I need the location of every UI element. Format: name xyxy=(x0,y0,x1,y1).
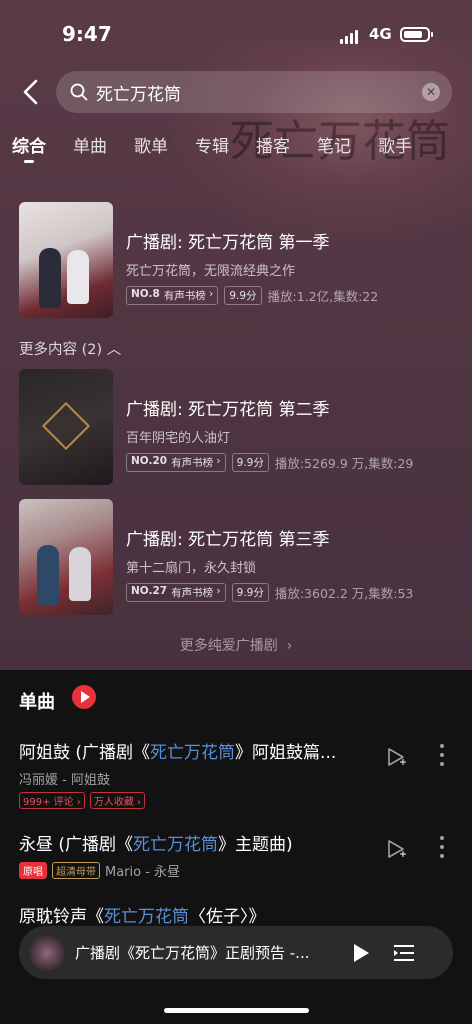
search-input[interactable]: 死亡万花筒 xyxy=(96,80,452,105)
album-title: 广播剧: 死亡万花筒 第三季 xyxy=(126,530,330,550)
rank-chip[interactable]: NO.8 有声书榜 › xyxy=(126,286,219,305)
song-item[interactable]: 永昼 (广播剧《死亡万花筒》主题曲) 原唱 超清母带 Mario - 永昼 xyxy=(19,830,459,880)
album-cover xyxy=(19,202,113,318)
add-to-playlist-icon[interactable] xyxy=(385,838,407,860)
favorites-tag: 万人收藏 › xyxy=(89,792,146,809)
album-card[interactable]: 广播剧: 死亡万花筒 第三季 第十二扇门，永久封锁 NO.27 有声书榜 › 9.… xyxy=(19,499,413,615)
album-card[interactable]: 广播剧: 死亡万花筒 第二季 百年阴宅的人油灯 NO.20 有声书榜 › 9.9分… xyxy=(19,369,413,485)
network-label: 4G xyxy=(369,25,392,43)
master-quality-tag: 超清母带 xyxy=(52,862,100,879)
album-cover xyxy=(19,499,113,615)
album-subtitle: 百年阴宅的人油灯 xyxy=(126,431,231,446)
more-options-icon[interactable] xyxy=(439,836,445,858)
song-artist: 冯丽媛 - 阿姐鼓 xyxy=(19,773,110,788)
score-badge: 9.9分 xyxy=(224,286,262,305)
album-title: 广播剧: 死亡万花筒 第一季 xyxy=(126,233,330,253)
more-options-icon[interactable] xyxy=(439,744,445,766)
album-cover xyxy=(19,369,113,485)
section-title: 单曲 xyxy=(19,692,55,713)
playlist-icon[interactable] xyxy=(393,943,415,963)
score-badge: 9.9分 xyxy=(231,453,269,472)
album-subtitle: 第十二扇门，永久封锁 xyxy=(126,561,257,576)
home-indicator xyxy=(164,1008,309,1013)
search-icon xyxy=(70,83,88,101)
album-card[interactable]: 广播剧: 死亡万花筒 第一季 死亡万花筒，无限流经典之作 NO.8 有声书榜 › … xyxy=(19,202,378,318)
tab-songs[interactable]: 单曲 xyxy=(73,132,107,157)
song-item[interactable]: 阿姐鼓 (广播剧《死亡万花筒》阿姐鼓篇... 冯丽媛 - 阿姐鼓 999+ 评论… xyxy=(19,738,459,809)
tab-albums[interactable]: 专辑 xyxy=(195,132,229,157)
score-badge: 9.9分 xyxy=(231,583,269,602)
mini-player[interactable]: 广播剧《死亡万花筒》正剧预告 -... xyxy=(19,926,453,979)
tab-artists[interactable]: 歌手 xyxy=(378,132,412,157)
song-artist: Mario - 永昼 xyxy=(105,865,181,880)
signal-icon xyxy=(340,30,358,44)
song-item[interactable]: 原耽铃声《死亡万花筒〈佐子〉》 xyxy=(19,902,459,927)
search-bar[interactable]: 死亡万花筒 ✕ xyxy=(56,71,452,113)
add-to-playlist-icon[interactable] xyxy=(385,746,407,768)
album-stats: 播放:1.2亿,集数:22 xyxy=(267,289,379,304)
album-subtitle: 死亡万花筒，无限流经典之作 xyxy=(126,264,296,279)
comments-tag: 999+ 评论 › xyxy=(19,792,85,809)
player-cover xyxy=(29,934,65,971)
play-all-icon[interactable] xyxy=(72,685,96,709)
tab-comprehensive[interactable]: 综合 xyxy=(12,132,46,163)
clear-icon[interactable]: ✕ xyxy=(422,83,440,101)
category-tabs: 综合 单曲 歌单 专辑 播客 笔记 歌手 xyxy=(12,132,439,163)
status-time: 9:47 xyxy=(62,22,112,46)
rank-chip[interactable]: NO.20 有声书榜 › xyxy=(126,453,226,472)
status-bar: 9:47 4G xyxy=(0,0,472,70)
more-content-toggle[interactable]: 更多内容 (2) ︿ xyxy=(19,338,121,359)
more-radio-drama-link[interactable]: 更多纯爱广播剧 › xyxy=(0,635,472,655)
rank-chip[interactable]: NO.27 有声书榜 › xyxy=(126,583,226,602)
battery-icon xyxy=(400,27,430,42)
album-stats: 播放:3602.2 万,集数:53 xyxy=(274,586,414,601)
album-stats: 播放:5269.9 万,集数:29 xyxy=(274,456,414,471)
tab-notes[interactable]: 笔记 xyxy=(317,132,351,157)
album-title: 广播剧: 死亡万花筒 第二季 xyxy=(126,400,330,420)
tab-playlists[interactable]: 歌单 xyxy=(134,132,168,157)
player-title: 广播剧《死亡万花筒》正剧预告 -... xyxy=(75,944,310,962)
play-icon[interactable] xyxy=(351,942,371,964)
back-arrow-icon[interactable] xyxy=(20,78,44,106)
original-tag: 原唱 xyxy=(19,862,47,879)
tab-podcasts[interactable]: 播客 xyxy=(256,132,290,157)
